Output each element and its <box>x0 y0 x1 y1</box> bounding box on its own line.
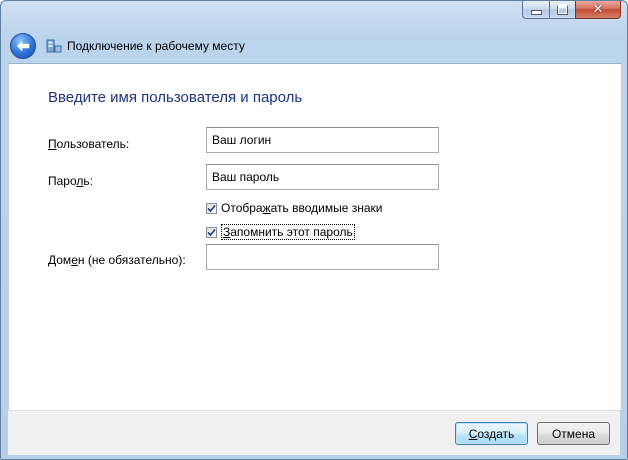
back-arrow-icon <box>16 40 30 52</box>
show-characters-checkbox-row[interactable]: Отображать вводимые знаки <box>206 201 383 215</box>
checkmark-icon <box>207 204 216 212</box>
remember-password-checkbox[interactable] <box>206 226 217 238</box>
create-button[interactable]: Создать <box>455 422 528 445</box>
remember-password-label: Запомнить этот пароль <box>221 224 355 240</box>
domain-label: Домен (не обязательно): <box>48 253 186 267</box>
cancel-button[interactable]: Отмена <box>537 422 610 445</box>
username-label: Пользователь: <box>48 137 130 151</box>
page-heading: Введите имя пользователя и пароль <box>48 89 303 106</box>
navigation-bar: Подключение к рабочему месту <box>1 29 627 63</box>
minimize-button[interactable] <box>522 1 549 19</box>
domain-input[interactable] <box>206 244 439 270</box>
remember-password-checkbox-row[interactable]: Запомнить этот пароль <box>206 224 355 240</box>
window-title: Подключение к рабочему месту <box>67 39 245 53</box>
title-bar[interactable]: ✕ <box>1 1 627 29</box>
maximize-icon <box>557 4 568 15</box>
caption-buttons: ✕ <box>522 1 621 20</box>
close-button[interactable]: ✕ <box>575 1 621 19</box>
username-input[interactable] <box>206 127 439 153</box>
show-characters-checkbox[interactable] <box>206 202 217 214</box>
password-label: Пароль: <box>48 174 93 188</box>
dialog-window: ✕ Подключение к рабочему месту Введите и… <box>0 0 628 460</box>
maximize-button[interactable] <box>549 1 575 19</box>
password-input[interactable] <box>206 164 439 190</box>
button-bar: Создать Отмена <box>8 410 620 455</box>
checkmark-icon <box>207 228 216 236</box>
close-icon: ✕ <box>592 2 604 17</box>
content-panel: Введите имя пользователя и пароль Пользо… <box>8 63 622 410</box>
network-connection-icon <box>46 39 62 53</box>
back-button[interactable] <box>10 33 36 59</box>
show-characters-label: Отображать вводимые знаки <box>221 201 383 215</box>
minimize-icon <box>530 10 542 15</box>
